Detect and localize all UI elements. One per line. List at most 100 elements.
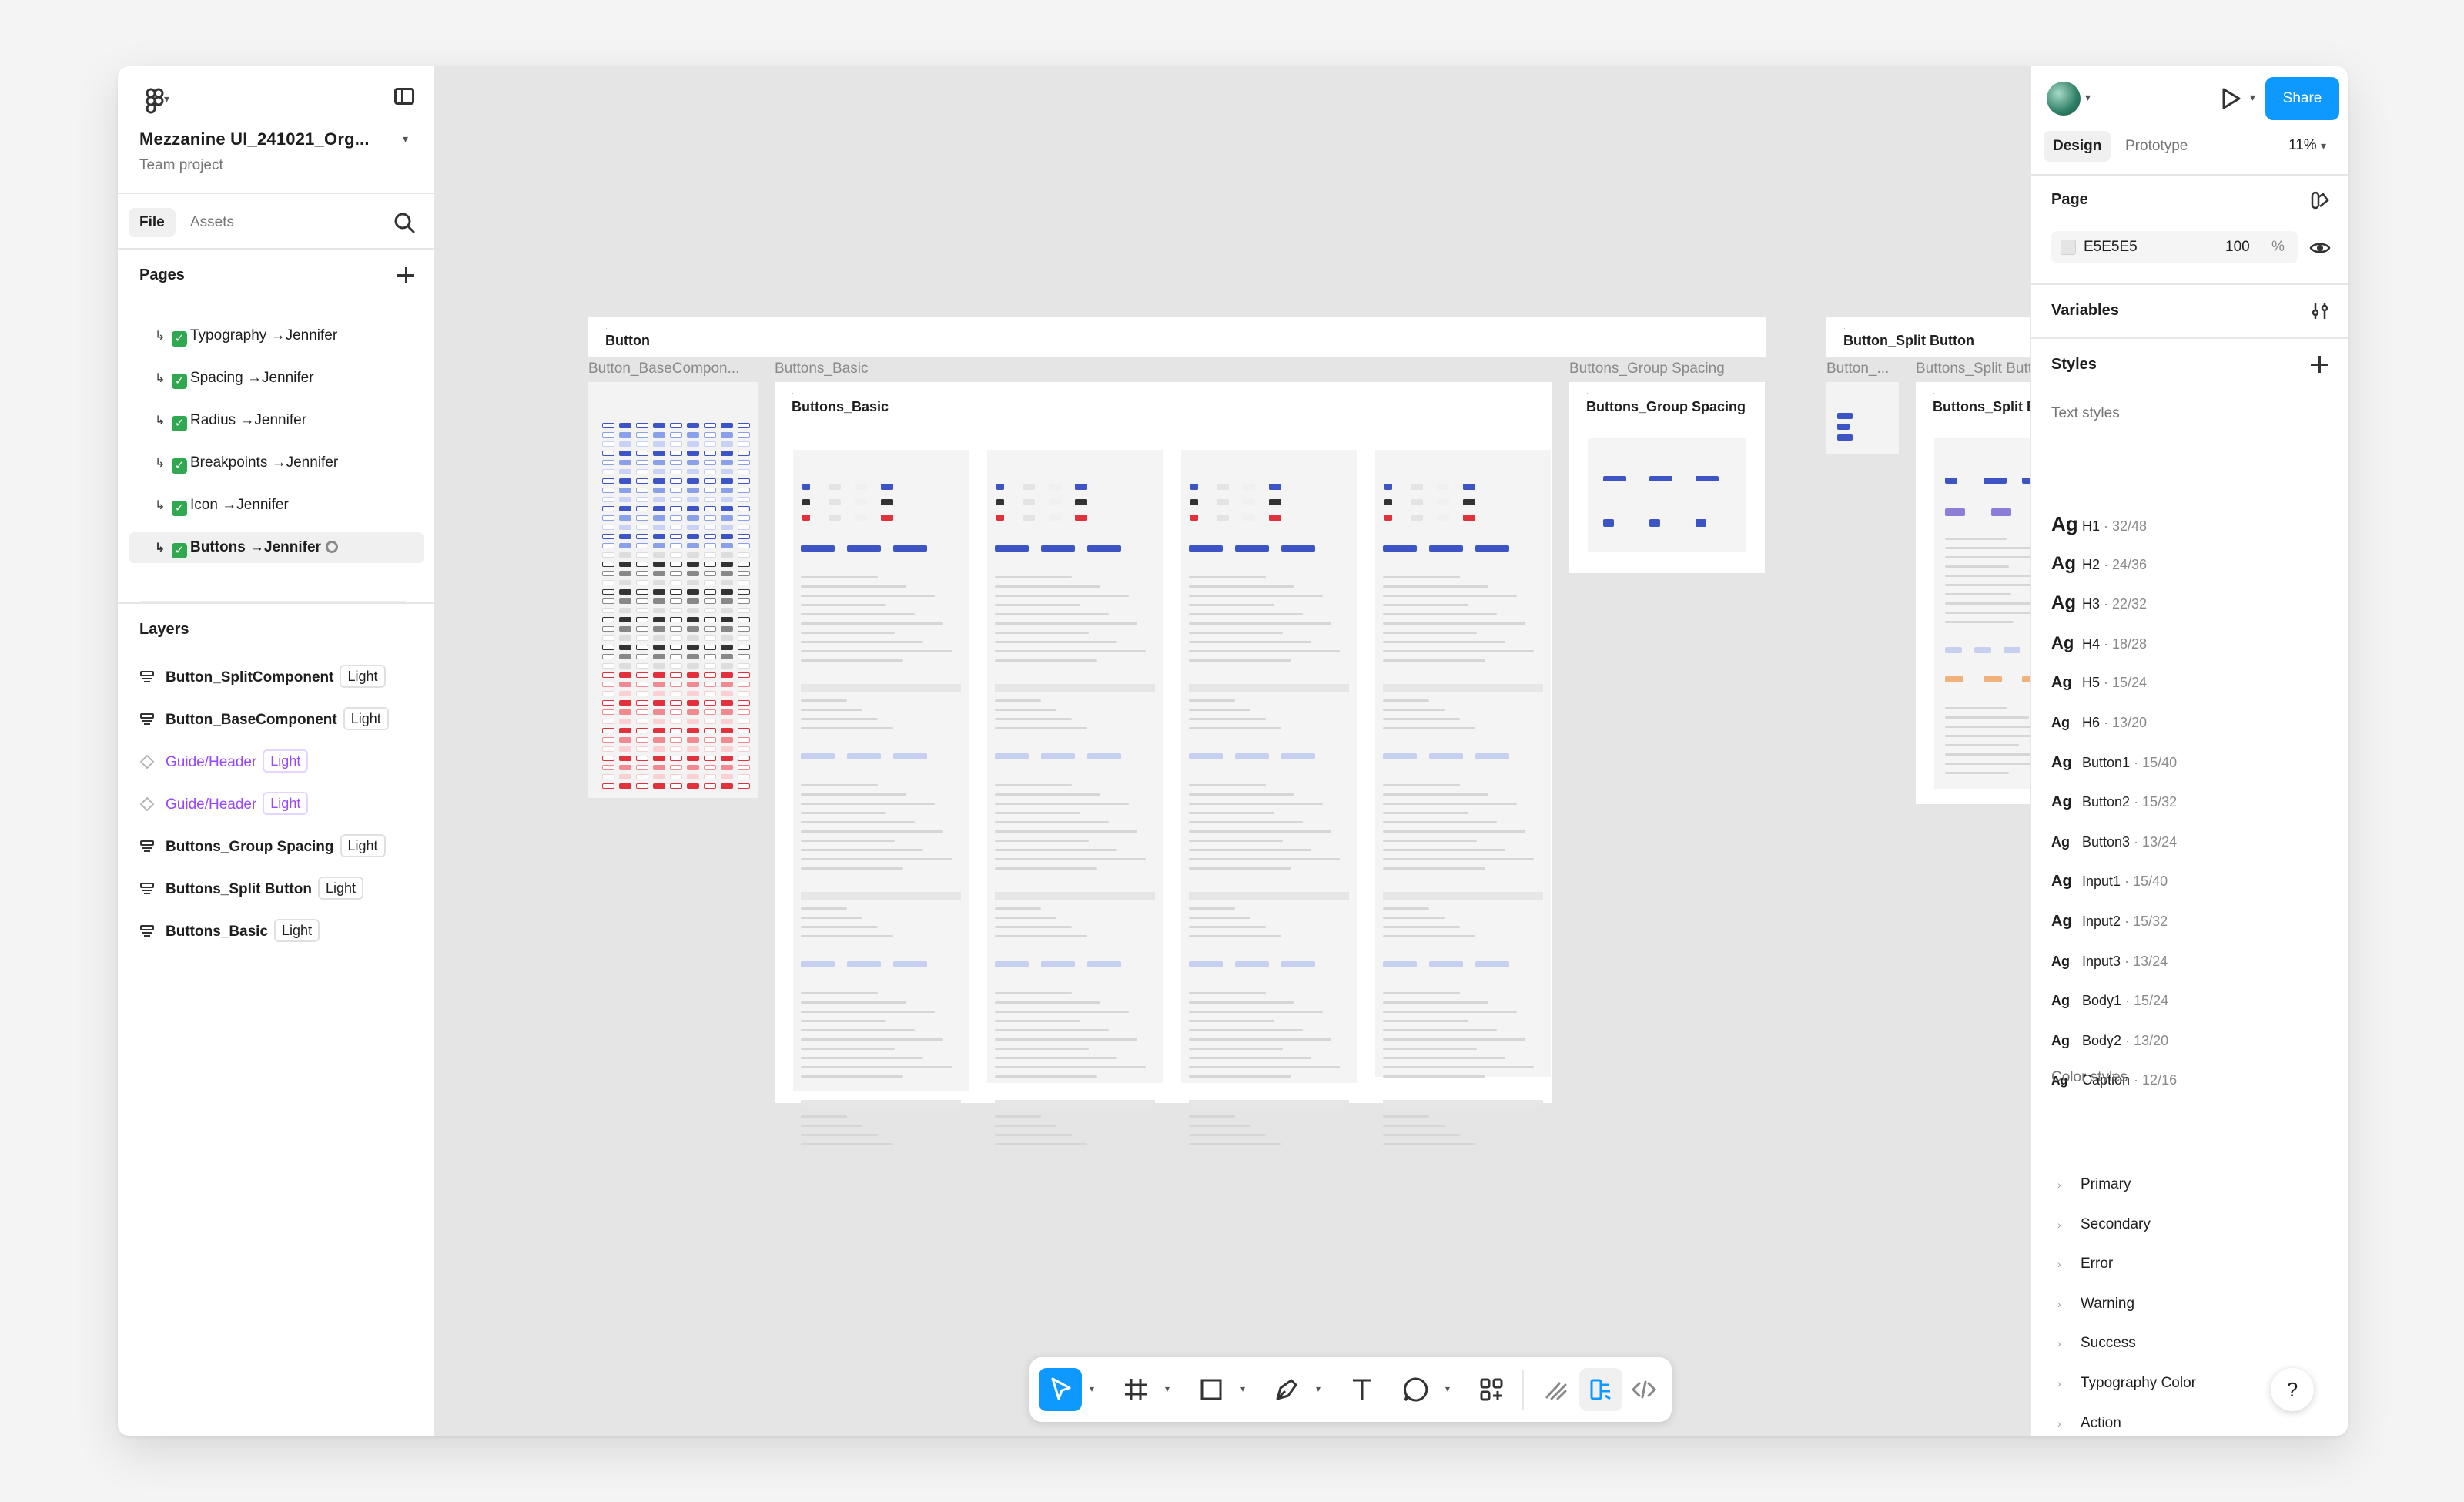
chevron-down-icon[interactable]: ▾: [2250, 91, 2255, 104]
text-tool-button[interactable]: [1341, 1368, 1384, 1411]
variables-icon[interactable]: [2309, 300, 2331, 322]
chevron-down-icon[interactable]: ▾: [1240, 1383, 1245, 1394]
color-style-group[interactable]: › Error: [2051, 1249, 2113, 1279]
text-style-item[interactable]: Ag Input2 · 15/32: [2051, 906, 2168, 937]
layer-item[interactable]: Buttons_Split Button Light: [139, 874, 364, 905]
page-item-typography[interactable]: ↳ ✓ Typography →Jennifer: [129, 320, 424, 351]
rectangle-tool-button[interactable]: [1190, 1368, 1233, 1411]
text-style-item[interactable]: Ag Input3 · 13/24: [2051, 946, 2168, 977]
chevron-right-icon[interactable]: ›: [2051, 1408, 2081, 1436]
text-style-item[interactable]: Ag Body2 · 13/20: [2051, 1025, 2168, 1056]
color-style-group[interactable]: › Typography Color: [2051, 1368, 2196, 1399]
color-style-group[interactable]: › Action: [2051, 1408, 2121, 1436]
page-color-hex[interactable]: E5E5E5: [2084, 231, 2138, 263]
avatar[interactable]: [2047, 82, 2081, 116]
draw-mode-button[interactable]: [1535, 1368, 1578, 1411]
frame-label[interactable]: Buttons_Split Button: [1916, 360, 2048, 377]
dev-mode-button[interactable]: [1622, 1368, 1666, 1411]
text-style-item[interactable]: Ag H3 · 22/32: [2051, 588, 2147, 619]
layer-item[interactable]: Button_BaseComponent Light: [139, 705, 389, 736]
search-icon[interactable]: [391, 210, 417, 236]
share-button[interactable]: Share: [2265, 77, 2339, 120]
thumbnail-button: [1190, 484, 1198, 490]
actions-button[interactable]: [1470, 1368, 1513, 1411]
chevron-right-icon[interactable]: ›: [2051, 1328, 2081, 1359]
pen-tool-button[interactable]: [1265, 1368, 1308, 1411]
design-mode-button[interactable]: [1579, 1368, 1622, 1411]
text-style-item[interactable]: Ag H2 · 24/36: [2051, 548, 2147, 579]
layer-item[interactable]: Button_SplitComponent Light: [139, 662, 386, 693]
page-item-breakpoints[interactable]: ↳ ✓ Breakpoints →Jennifer: [129, 448, 424, 478]
chevron-down-icon[interactable]: ▾: [164, 92, 169, 106]
chevron-right-icon[interactable]: ›: [2051, 1249, 2081, 1279]
help-button[interactable]: ?: [2271, 1368, 2314, 1411]
layer-item[interactable]: Buttons_Group Spacing Light: [139, 832, 386, 863]
tab-prototype[interactable]: Prototype: [2116, 131, 2197, 162]
page-opacity[interactable]: 100: [2225, 231, 2250, 263]
local-styles-icon[interactable]: [2309, 189, 2331, 211]
zoom-level[interactable]: 11% ▾: [2288, 137, 2326, 154]
thumbnail-text: [995, 803, 1129, 805]
frame-section-icon: [140, 925, 154, 937]
chevron-right-icon[interactable]: ›: [2051, 1169, 2081, 1200]
layer-item[interactable]: Guide/Header Light: [139, 790, 309, 820]
text-style-item[interactable]: Ag H1 · 32/48: [2051, 508, 2147, 539]
chevron-down-icon[interactable]: ▾: [1090, 1383, 1094, 1394]
chevron-down-icon[interactable]: ▾: [1165, 1383, 1170, 1394]
frame-label[interactable]: Button_...: [1826, 360, 1900, 377]
frame-label[interactable]: Buttons_Basic: [775, 360, 868, 377]
page-item-spacing[interactable]: ↳ ✓ Spacing →Jennifer: [129, 363, 424, 394]
text-style-item[interactable]: Ag Button2 · 15/32: [2051, 786, 2177, 817]
frame-label[interactable]: Button_BaseCompon...: [588, 360, 755, 377]
text-style-item[interactable]: Ag Button1 · 15/40: [2051, 747, 2177, 778]
thumbnail-button: [1383, 545, 1417, 552]
text-style-item[interactable]: Ag H5 · 15/24: [2051, 667, 2147, 698]
tab-design[interactable]: Design: [2044, 131, 2111, 162]
text-style-item[interactable]: Ag Body1 · 15/24: [2051, 985, 2168, 1016]
frame-tool-button[interactable]: [1114, 1368, 1157, 1411]
section-header-button[interactable]: · Button: [588, 317, 1766, 357]
color-style-group[interactable]: › Primary: [2051, 1169, 2131, 1200]
text-style-item[interactable]: Ag Button3 · 13/24: [2051, 826, 2177, 857]
chevron-down-icon[interactable]: ▾: [1316, 1383, 1321, 1394]
color-style-group[interactable]: › Success: [2051, 1328, 2136, 1359]
thumbnail-chip: [738, 469, 750, 474]
page-color-field[interactable]: E5E5E5 100 %: [2051, 231, 2298, 263]
thumbnail-chip: [602, 765, 614, 770]
chevron-down-icon[interactable]: ▾: [403, 132, 408, 146]
text-style-item[interactable]: Ag H6 · 13/20: [2051, 707, 2147, 738]
move-tool-button[interactable]: [1039, 1368, 1082, 1411]
color-swatch[interactable]: [2061, 240, 2076, 255]
add-style-icon[interactable]: [2308, 353, 2331, 376]
page-item-buttons[interactable]: ↳ ✓ Buttons →Jennifer: [129, 532, 424, 563]
page-item-radius[interactable]: ↳ ✓ Radius →Jennifer: [129, 405, 424, 436]
tab-file[interactable]: File: [129, 208, 176, 237]
chevron-down-icon[interactable]: ▾: [2085, 91, 2091, 104]
chevron-right-icon[interactable]: ›: [2051, 1289, 2081, 1319]
frame-label[interactable]: Buttons_Group Spacing: [1569, 360, 1725, 377]
frame-base-component[interactable]: [588, 382, 758, 798]
color-style-group[interactable]: › Warning: [2051, 1289, 2134, 1319]
sidebar-toggle-icon[interactable]: [394, 88, 414, 105]
color-style-group[interactable]: › Secondary: [2051, 1209, 2151, 1240]
file-title[interactable]: Mezzanine UI_241021_Org...: [139, 129, 370, 149]
layer-item[interactable]: Buttons_Basic Light: [139, 917, 320, 947]
thumbnail-text: [1189, 613, 1303, 615]
text-style-item[interactable]: Ag H4 · 18/28: [2051, 628, 2147, 659]
thumbnail-chip: [602, 478, 614, 484]
comment-tool-button[interactable]: [1394, 1368, 1438, 1411]
play-icon[interactable]: [2216, 85, 2244, 112]
add-page-icon[interactable]: [394, 263, 417, 287]
frame-group-spacing[interactable]: · Buttons_Group Spacing: [1569, 382, 1765, 573]
chevron-right-icon[interactable]: ›: [2051, 1209, 2081, 1240]
chevron-down-icon[interactable]: ▾: [1445, 1383, 1450, 1394]
text-style-item[interactable]: Ag Input1 · 15/40: [2051, 866, 2168, 897]
tab-assets[interactable]: Assets: [179, 208, 245, 237]
design-canvas[interactable]: · Button · Button_Split Button Button_Ba…: [436, 66, 2111, 1436]
eye-icon[interactable]: [2309, 237, 2331, 259]
layer-item[interactable]: Guide/Header Light: [139, 747, 309, 778]
frame-buttons-basic[interactable]: · Buttons_Basic: [775, 382, 1552, 1145]
chevron-right-icon[interactable]: ›: [2051, 1368, 2081, 1399]
frame-button-small[interactable]: [1826, 382, 1899, 454]
page-item-icon[interactable]: ↳ ✓ Icon →Jennifer: [129, 490, 424, 521]
